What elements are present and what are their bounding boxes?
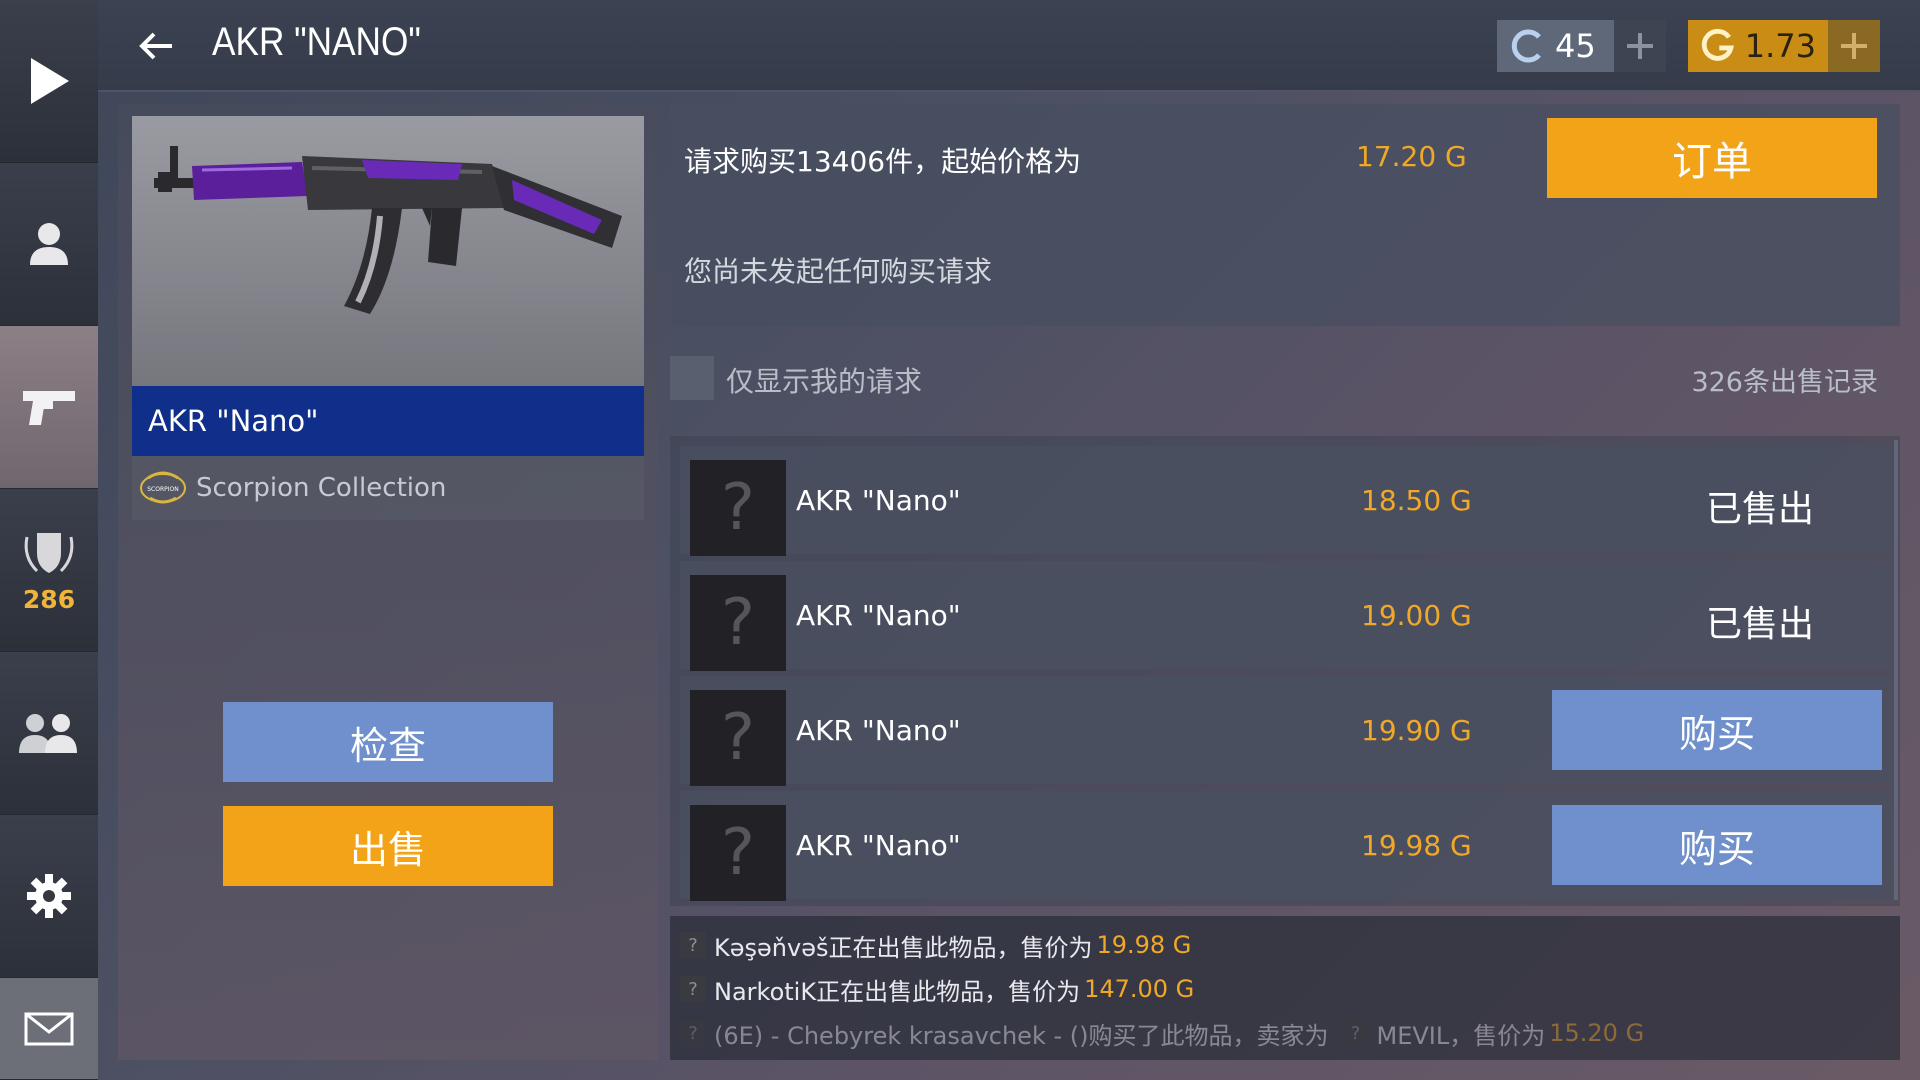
collection-name: Scorpion Collection — [196, 473, 447, 503]
nav-inventory[interactable] — [0, 326, 98, 489]
table-row: ? AKR "Nano" 19.00 G 已售出 — [680, 561, 1892, 671]
nav-profile[interactable] — [0, 163, 98, 326]
listing-name: AKR "Nano" — [796, 599, 961, 632]
plus-icon — [1841, 33, 1867, 59]
buy-order-panel: 请求购买13406件，起始价格为 17.20 G 订单 您尚未发起任何购买请求 — [670, 104, 1900, 326]
feed-price: 19.98 G — [1096, 931, 1192, 959]
add-gold-button[interactable] — [1828, 20, 1880, 72]
buy-request-text: 请求购买13406件，起始价格为 — [684, 145, 1082, 178]
table-row: ? AKR "Nano" 19.90 G 购买 — [680, 676, 1892, 786]
silver-coin-icon — [1511, 29, 1541, 63]
collection-row: SCORPION Scorpion Collection — [132, 456, 644, 520]
unknown-seller-thumb: ? — [690, 805, 786, 901]
table-row: ? AKR "Nano" 18.50 G 已售出 — [680, 446, 1892, 556]
only-mine-checkbox[interactable] — [670, 356, 714, 400]
feed-price: 15.20 G — [1549, 1019, 1645, 1047]
unknown-avatar-icon: ? — [680, 976, 706, 1002]
listings-list: ? AKR "Nano" 18.50 G 已售出 ? AKR "Nano" 19… — [670, 436, 1900, 906]
feed-item: ? NarkotiK正在出售此物品，售价为 147.00 G — [680, 974, 1195, 1006]
top-bar: AKR "NANO" 45 1.73 — [98, 0, 1920, 92]
sell-button[interactable]: 出售 — [223, 806, 553, 886]
unknown-seller-thumb: ? — [690, 690, 786, 786]
svg-text:SCORPION: SCORPION — [147, 486, 179, 493]
listing-price: 19.90 G — [1361, 714, 1472, 747]
friends-icon — [19, 714, 77, 753]
buy-button[interactable]: 购买 — [1552, 805, 1882, 885]
unknown-seller-thumb: ? — [690, 460, 786, 556]
silver-amount: 45 — [1555, 27, 1596, 65]
back-arrow-icon[interactable] — [136, 26, 176, 66]
unknown-avatar-icon: ? — [680, 1020, 706, 1046]
sold-status: 已售出 — [1705, 489, 1814, 530]
listing-name: AKR "Nano" — [796, 484, 961, 517]
gear-icon — [27, 874, 71, 918]
feed-price: 147.00 G — [1084, 975, 1195, 1003]
only-mine-label: 仅显示我的请求 — [726, 365, 923, 398]
listing-price: 19.98 G — [1361, 829, 1472, 862]
play-icon — [31, 58, 69, 104]
feed-item: ? (6E) - Chebyrek krasavchek - ()购买了此物品，… — [680, 1018, 1645, 1050]
rank-shield-icon — [24, 532, 74, 573]
table-row: ? AKR "Nano" 19.98 G 购买 — [680, 791, 1892, 901]
activity-feed: ? Kəşəňvəš正在出售此物品，售价为 19.98 G ? NarkotiK… — [670, 916, 1900, 1060]
plus-icon — [1627, 33, 1653, 59]
weapon-image — [132, 116, 644, 386]
feed-text: Kəşəňvəš正在出售此物品，售价为 — [714, 933, 1093, 962]
nav-rank[interactable]: 286 — [0, 489, 98, 652]
nav-play[interactable] — [0, 0, 98, 163]
listing-price: 19.00 G — [1361, 599, 1472, 632]
inspect-button[interactable]: 检查 — [223, 702, 553, 782]
unknown-avatar-icon: ? — [680, 932, 706, 958]
feed-text: NarkotiK正在出售此物品，售价为 — [714, 977, 1081, 1006]
start-price: 17.20 G — [1356, 140, 1467, 173]
feed-seller: MEVIL，售价为 — [1376, 1021, 1546, 1050]
gold-amount: 1.73 — [1744, 27, 1816, 65]
nav-settings[interactable] — [0, 815, 98, 978]
feed-item: ? Kəşəňvəš正在出售此物品，售价为 19.98 G — [680, 930, 1192, 962]
mail-icon — [24, 1012, 74, 1045]
item-panel: AKR "Nano" SCORPION Scorpion Collection … — [118, 104, 658, 1060]
item-name: AKR "Nano" — [132, 386, 644, 456]
rank-value: 286 — [22, 584, 76, 614]
order-button[interactable]: 订单 — [1547, 118, 1877, 198]
rifle-icon — [154, 146, 622, 314]
side-nav: 286 — [0, 0, 98, 1080]
scorpion-logo-icon: SCORPION — [140, 471, 186, 504]
gold-currency: 1.73 — [1688, 20, 1880, 72]
sold-status: 已售出 — [1705, 604, 1814, 645]
listing-price: 18.50 G — [1361, 484, 1472, 517]
no-request-text: 您尚未发起任何购买请求 — [684, 255, 993, 288]
profile-icon — [30, 223, 68, 265]
nav-friends[interactable] — [0, 652, 98, 815]
listings-scrollbar[interactable] — [1894, 440, 1898, 900]
gold-coin-icon — [1701, 28, 1734, 61]
buy-button[interactable]: 购买 — [1552, 690, 1882, 770]
listing-name: AKR "Nano" — [796, 829, 961, 862]
add-silver-button[interactable] — [1614, 20, 1666, 72]
pistol-icon — [23, 391, 75, 425]
records-count: 326条出售记录 — [1691, 367, 1878, 398]
listing-name: AKR "Nano" — [796, 714, 961, 747]
silver-currency: 45 — [1497, 20, 1666, 72]
unknown-avatar-icon: ? — [1342, 1020, 1369, 1046]
feed-text: (6E) - Chebyrek krasavchek - ()购买了此物品，卖家… — [714, 1021, 1329, 1050]
unknown-seller-thumb: ? — [690, 575, 786, 671]
nav-mail[interactable] — [0, 978, 98, 1080]
page-title: AKR "NANO" — [212, 20, 421, 64]
